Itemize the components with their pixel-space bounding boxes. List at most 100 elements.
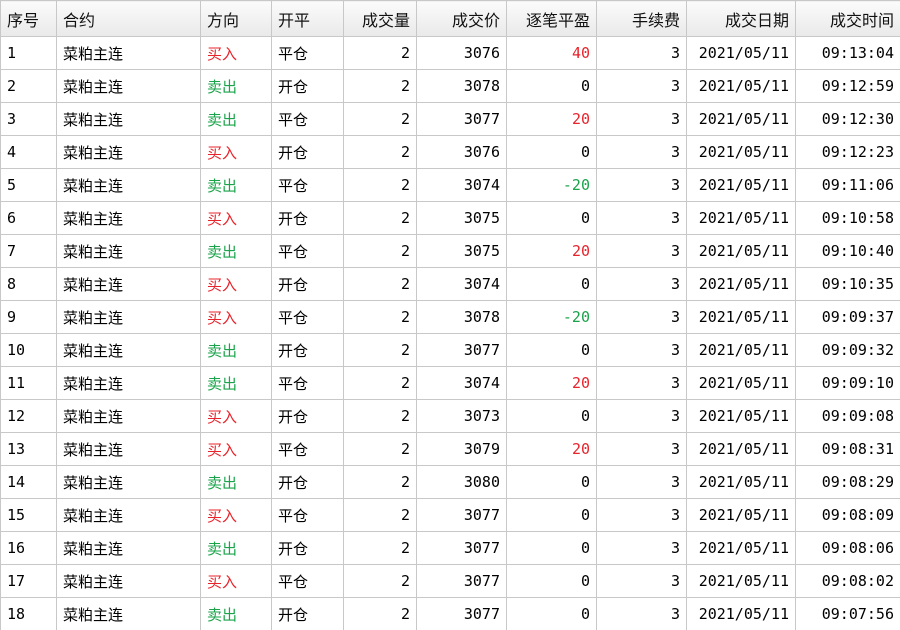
cell-fee: 3 [596,432,687,466]
cell-contract: 菜粕主连 [56,102,201,136]
cell-open-close: 平仓 [271,168,344,202]
table-row[interactable]: 8 菜粕主连 买入 开仓 2 3074 0 3 2021/05/11 09:10:35 [0,267,900,301]
table-row[interactable]: 3 菜粕主连 卖出 平仓 2 3077 20 3 2021/05/11 09:12:30 [0,102,900,136]
cell-date: 2021/05/11 [686,333,796,367]
table-row[interactable]: 2 菜粕主连 卖出 开仓 2 3078 0 3 2021/05/11 09:12:59 [0,69,900,103]
cell-direction: 卖出 [200,597,272,630]
cell-contract: 菜粕主连 [56,399,201,433]
cell-price: 3076 [416,36,507,70]
cell-direction: 买入 [200,267,272,301]
cell-volume: 2 [343,201,417,235]
cell-price: 3077 [416,531,507,565]
cell-fee: 3 [596,102,687,136]
cell-direction: 买入 [200,432,272,466]
table-row[interactable]: 13 菜粕主连 买入 平仓 2 3079 20 3 2021/05/11 09:08:31 [0,432,900,466]
cell-pnl: 20 [506,366,597,400]
cell-time: 09:13:04 [795,36,900,70]
cell-open-close: 平仓 [271,300,344,334]
table-row[interactable]: 10 菜粕主连 卖出 开仓 2 3077 0 3 2021/05/11 09:09:32 [0,333,900,367]
cell-date: 2021/05/11 [686,36,796,70]
table-row[interactable]: 4 菜粕主连 买入 开仓 2 3076 0 3 2021/05/11 09:12:23 [0,135,900,169]
cell-pnl: -20 [506,168,597,202]
col-header-open-close[interactable]: 开平 [271,0,344,37]
cell-time: 09:10:40 [795,234,900,268]
table-row[interactable]: 11 菜粕主连 卖出 平仓 2 3074 20 3 2021/05/11 09:09:10 [0,366,900,400]
cell-fee: 3 [596,333,687,367]
cell-open-close: 平仓 [271,102,344,136]
col-header-direction[interactable]: 方向 [200,0,272,37]
cell-contract: 菜粕主连 [56,597,201,630]
table-row[interactable]: 6 菜粕主连 买入 开仓 2 3075 0 3 2021/05/11 09:10:58 [0,201,900,235]
cell-date: 2021/05/11 [686,564,796,598]
cell-contract: 菜粕主连 [56,267,201,301]
cell-price: 3080 [416,465,507,499]
cell-date: 2021/05/11 [686,267,796,301]
cell-seq: 15 [0,498,57,532]
cell-price: 3077 [416,564,507,598]
table-row[interactable]: 18 菜粕主连 卖出 开仓 2 3077 0 3 2021/05/11 09:07:56 [0,597,900,630]
cell-open-close: 开仓 [271,465,344,499]
cell-fee: 3 [596,498,687,532]
table-row[interactable]: 1 菜粕主连 买入 平仓 2 3076 40 3 2021/05/11 09:13:04 [0,36,900,70]
table-row[interactable]: 9 菜粕主连 买入 平仓 2 3078 -20 3 2021/05/11 09:09:37 [0,300,900,334]
table-row[interactable]: 16 菜粕主连 卖出 开仓 2 3077 0 3 2021/05/11 09:08:06 [0,531,900,565]
cell-direction: 卖出 [200,333,272,367]
header-row: 序号 合约 方向 开平 成交量 成交价 逐笔平盈 手续费 成交日期 成交时间 [0,0,900,37]
cell-price: 3077 [416,333,507,367]
col-header-pnl[interactable]: 逐笔平盈 [506,0,597,37]
cell-time: 09:08:06 [795,531,900,565]
cell-price: 3077 [416,597,507,630]
cell-fee: 3 [596,465,687,499]
col-header-date[interactable]: 成交日期 [686,0,796,37]
cell-open-close: 开仓 [271,201,344,235]
cell-seq: 1 [0,36,57,70]
col-header-fee[interactable]: 手续费 [596,0,687,37]
table-row[interactable]: 15 菜粕主连 买入 平仓 2 3077 0 3 2021/05/11 09:08:09 [0,498,900,532]
cell-price: 3075 [416,201,507,235]
col-header-seq[interactable]: 序号 [0,0,57,37]
cell-direction: 买入 [200,36,272,70]
cell-price: 3075 [416,234,507,268]
cell-fee: 3 [596,36,687,70]
cell-date: 2021/05/11 [686,366,796,400]
cell-time: 09:11:06 [795,168,900,202]
cell-fee: 3 [596,531,687,565]
cell-fee: 3 [596,399,687,433]
cell-direction: 卖出 [200,102,272,136]
cell-volume: 2 [343,597,417,630]
table-row[interactable]: 14 菜粕主连 卖出 开仓 2 3080 0 3 2021/05/11 09:08:29 [0,465,900,499]
cell-pnl: 0 [506,498,597,532]
cell-pnl: 0 [506,531,597,565]
cell-direction: 卖出 [200,69,272,103]
cell-volume: 2 [343,69,417,103]
cell-direction: 买入 [200,135,272,169]
col-header-price[interactable]: 成交价 [416,0,507,37]
cell-direction: 卖出 [200,234,272,268]
cell-volume: 2 [343,300,417,334]
cell-fee: 3 [596,267,687,301]
cell-volume: 2 [343,267,417,301]
cell-price: 3077 [416,498,507,532]
cell-time: 09:08:09 [795,498,900,532]
cell-volume: 2 [343,498,417,532]
table-header: 序号 合约 方向 开平 成交量 成交价 逐笔平盈 手续费 成交日期 成交时间 [0,0,900,37]
col-header-contract[interactable]: 合约 [56,0,201,37]
cell-direction: 买入 [200,564,272,598]
col-header-volume[interactable]: 成交量 [343,0,417,37]
cell-time: 09:08:02 [795,564,900,598]
cell-pnl: 0 [506,135,597,169]
cell-price: 3074 [416,366,507,400]
cell-seq: 2 [0,69,57,103]
table-row[interactable]: 17 菜粕主连 买入 平仓 2 3077 0 3 2021/05/11 09:08:02 [0,564,900,598]
table-row[interactable]: 7 菜粕主连 卖出 平仓 2 3075 20 3 2021/05/11 09:10:40 [0,234,900,268]
cell-volume: 2 [343,531,417,565]
cell-date: 2021/05/11 [686,135,796,169]
cell-volume: 2 [343,399,417,433]
table-row[interactable]: 5 菜粕主连 卖出 平仓 2 3074 -20 3 2021/05/11 09:11:06 [0,168,900,202]
cell-direction: 买入 [200,498,272,532]
cell-fee: 3 [596,135,687,169]
col-header-time[interactable]: 成交时间 [795,0,900,37]
cell-price: 3079 [416,432,507,466]
table-row[interactable]: 12 菜粕主连 买入 开仓 2 3073 0 3 2021/05/11 09:09:08 [0,399,900,433]
cell-open-close: 平仓 [271,564,344,598]
